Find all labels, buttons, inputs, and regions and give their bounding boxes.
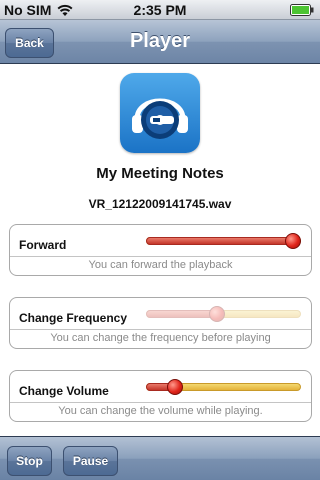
slider-fill [146, 237, 293, 245]
volume-slider[interactable] [146, 373, 301, 401]
recording-title: My Meeting Notes [96, 165, 224, 182]
slider-thumb[interactable] [166, 379, 183, 395]
status-bar: No SIM 2:35 PM [0, 0, 320, 20]
divider [10, 256, 311, 257]
navigation-bar: Back Player [0, 20, 320, 64]
pause-button[interactable]: Pause [63, 446, 118, 476]
volume-hint: You can change the volume while playing. [58, 405, 263, 417]
frequency-hint: You can change the frequency before play… [50, 332, 271, 344]
clock: 2:35 PM [133, 2, 187, 18]
bottom-toolbar: Stop Pause [0, 436, 320, 480]
page-title: Player [129, 30, 191, 52]
headphones-disc-icon [120, 73, 200, 153]
divider [10, 329, 311, 330]
volume-panel: Change Volume You can change the volume … [9, 370, 312, 422]
forward-hint: You can forward the playback [88, 259, 233, 271]
stop-button[interactable]: Stop [7, 446, 52, 476]
frequency-label: Change Frequency [19, 311, 128, 325]
frequency-panel: Change Frequency You can change the freq… [9, 297, 312, 349]
recording-filename: VR_12122009141745.wav [88, 197, 232, 211]
forward-label: Forward [19, 238, 67, 252]
slider-thumb[interactable] [208, 306, 225, 322]
forward-panel: Forward You can forward the playback [9, 224, 312, 276]
divider [10, 402, 311, 403]
slider-fill [146, 310, 217, 318]
forward-slider[interactable] [146, 227, 301, 255]
frequency-slider[interactable] [146, 300, 301, 328]
slider-thumb[interactable] [285, 233, 301, 249]
volume-label: Change Volume [19, 384, 109, 398]
battery-icon [290, 4, 314, 16]
